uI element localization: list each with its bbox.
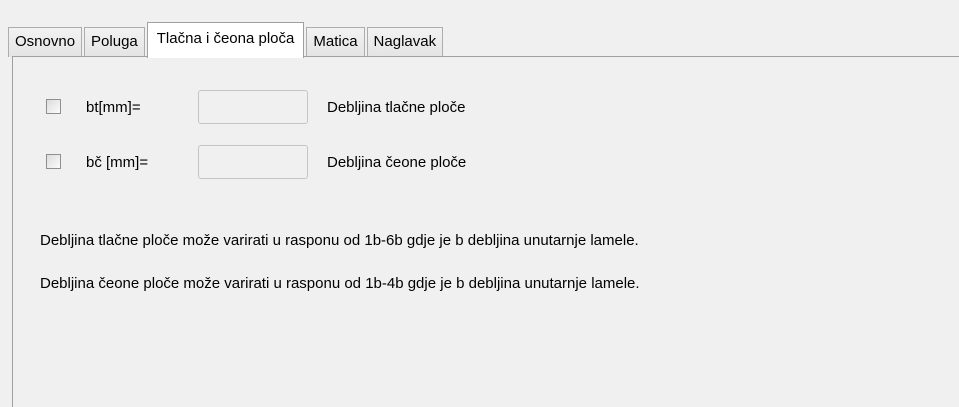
bt-description: Debljina tlačne ploče bbox=[327, 99, 466, 116]
bc-row: bč [mm]= Debljina čeone ploče bbox=[13, 145, 913, 179]
settings-window: Osnovno Poluga Tlačna i čeona ploča Mati… bbox=[0, 0, 959, 407]
tab-matica[interactable]: Matica bbox=[306, 27, 365, 57]
bt-row: bt[mm]= Debljina tlačne ploče bbox=[13, 90, 913, 124]
bc-checkbox[interactable] bbox=[46, 154, 61, 169]
bc-input[interactable] bbox=[198, 145, 308, 179]
bt-label: bt[mm]= bbox=[86, 99, 141, 116]
tab-tlacna-i-ceona-ploca[interactable]: Tlačna i čeona ploča bbox=[146, 22, 305, 58]
tab-poluga[interactable]: Poluga bbox=[84, 27, 145, 57]
bc-description: Debljina čeone ploče bbox=[327, 154, 467, 171]
bt-input[interactable] bbox=[198, 90, 308, 124]
bt-checkbox[interactable] bbox=[46, 99, 61, 114]
ceona-ploca-note: Debljina čeone ploče može varirati u ras… bbox=[40, 275, 640, 292]
tlacna-ploca-note: Debljina tlačne ploče može varirati u ra… bbox=[40, 232, 639, 249]
bc-label: bč [mm]= bbox=[86, 154, 149, 171]
tab-panel: bt[mm]= Debljina tlačne ploče bč [mm]= D… bbox=[12, 56, 959, 407]
tab-naglavak[interactable]: Naglavak bbox=[366, 27, 444, 57]
tab-osnovno[interactable]: Osnovno bbox=[8, 27, 83, 57]
tab-strip: Osnovno Poluga Tlačna i čeona ploča Mati… bbox=[8, 12, 445, 58]
